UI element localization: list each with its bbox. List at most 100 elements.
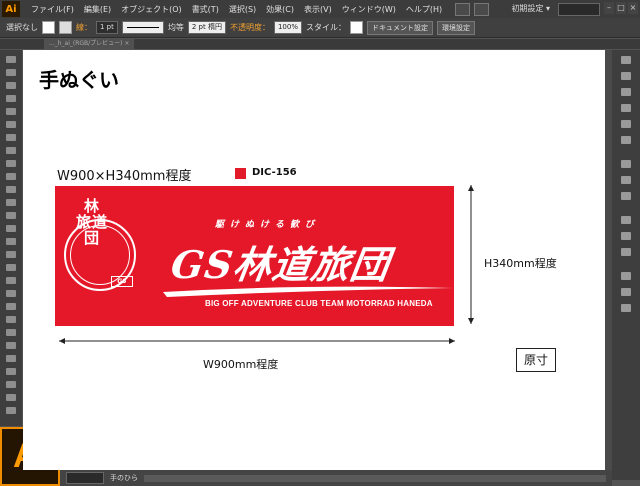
- type-tool-icon[interactable]: [6, 121, 16, 128]
- artboard-canvas[interactable]: 手ぬぐい W900×H340mm程度 DIC-156 林 旅道 団 GS 駆けぬ…: [23, 50, 605, 470]
- direct-selection-tool-icon[interactable]: [6, 69, 16, 76]
- menu-window[interactable]: ウィンドウ(W): [337, 4, 401, 15]
- color-panel-icon[interactable]: [621, 56, 631, 64]
- brush-swoosh: [163, 286, 453, 297]
- minimize-icon[interactable]: –: [604, 2, 614, 14]
- color-chip: [235, 168, 246, 179]
- swatches-panel-icon[interactable]: [621, 88, 631, 96]
- menu-effect[interactable]: 効果(C): [261, 4, 299, 15]
- paragraph-panel-icon[interactable]: [621, 288, 631, 296]
- magic-wand-tool-icon[interactable]: [6, 82, 16, 89]
- stroke-panel-icon[interactable]: [621, 160, 631, 168]
- document-tab-bar: ..._h_ai_(RGB/プレビュー) ×: [0, 39, 640, 49]
- stroke-weight-field[interactable]: 1 pt: [96, 21, 118, 34]
- preferences-button[interactable]: 環境設定: [436, 20, 475, 35]
- blend-tool-icon[interactable]: [6, 329, 16, 336]
- close-icon[interactable]: ×: [628, 2, 638, 14]
- zoom-tool-icon[interactable]: [6, 407, 16, 414]
- eyedropper-tool-icon[interactable]: [6, 316, 16, 323]
- page-title: 手ぬぐい: [39, 68, 119, 92]
- menu-bar: Ai ファイル(F) 編集(E) オブジェクト(O) 書式(T) 選択(S) 効…: [0, 0, 640, 18]
- brush-definition[interactable]: 2 pt 楕円: [187, 21, 226, 34]
- stroke-swatch[interactable]: [59, 21, 72, 34]
- stroke-label[interactable]: 線：: [76, 22, 92, 33]
- opentype-panel-icon[interactable]: [621, 304, 631, 312]
- opacity-label[interactable]: 不透明度：: [230, 22, 270, 33]
- window-controls: – □ ×: [604, 2, 638, 14]
- character-panel-icon[interactable]: [621, 272, 631, 280]
- appearance-panel-icon[interactable]: [621, 216, 631, 224]
- layers-panel-icon[interactable]: [621, 232, 631, 240]
- seal-kanji-bottom: 団: [83, 229, 100, 247]
- maximize-icon[interactable]: □: [616, 2, 626, 14]
- gradient-panel-icon[interactable]: [621, 176, 631, 184]
- transparency-panel-icon[interactable]: [621, 192, 631, 200]
- gradient-tool-icon[interactable]: [6, 303, 16, 310]
- current-tool-status: 手のひら: [110, 474, 138, 482]
- document-tab[interactable]: ..._h_ai_(RGB/プレビュー) ×: [44, 39, 135, 49]
- graphic-styles-panel-icon[interactable]: [621, 136, 631, 144]
- workspace-switcher[interactable]: 初期設定 ▾: [511, 3, 550, 14]
- menu-file[interactable]: ファイル(F): [26, 4, 79, 15]
- blob-brush-tool-icon[interactable]: [6, 186, 16, 193]
- brushes-panel-icon[interactable]: [621, 104, 631, 112]
- document-setup-button[interactable]: ドキュメント設定: [366, 20, 433, 35]
- seal-gs-mark: GS: [111, 276, 133, 287]
- bridge-icon[interactable]: [455, 2, 471, 16]
- paintbrush-tool-icon[interactable]: [6, 160, 16, 167]
- arrange-documents-icon[interactable]: [474, 2, 490, 16]
- height-dimension-line: [468, 185, 474, 324]
- artboard-tool-icon[interactable]: [6, 368, 16, 375]
- fill-swatch[interactable]: [42, 21, 55, 34]
- vertical-scrollbar[interactable]: [605, 50, 612, 470]
- tools-panel: [0, 50, 22, 426]
- artboards-panel-icon[interactable]: [621, 248, 631, 256]
- control-bar: 選択なし 線： 1 pt 均等 2 pt 楕円 不透明度： 100% スタイル：…: [0, 18, 640, 38]
- menu-edit[interactable]: 編集(E): [79, 4, 116, 15]
- menu-view[interactable]: 表示(V): [299, 4, 337, 15]
- width-tool-icon[interactable]: [6, 238, 16, 245]
- menu-items: ファイル(F) 編集(E) オブジェクト(O) 書式(T) 選択(S) 効果(C…: [26, 4, 447, 15]
- perspective-grid-tool-icon[interactable]: [6, 277, 16, 284]
- menu-type[interactable]: 書式(T): [187, 4, 224, 15]
- symbol-sprayer-tool-icon[interactable]: [6, 342, 16, 349]
- style-label: スタイル：: [305, 23, 346, 32]
- menu-object[interactable]: オブジェクト(O): [116, 4, 187, 15]
- free-transform-tool-icon[interactable]: [6, 251, 16, 258]
- design-club-name: BIG OFF ADVENTURE CLUB TEAM MOTORRAD HAN…: [205, 299, 433, 308]
- lasso-tool-icon[interactable]: [6, 95, 16, 102]
- shape-builder-tool-icon[interactable]: [6, 264, 16, 271]
- pen-tool-icon[interactable]: [6, 108, 16, 115]
- menu-select[interactable]: 選択(S): [224, 4, 261, 15]
- horizontal-scrollbar[interactable]: [144, 474, 606, 482]
- search-input[interactable]: [558, 3, 600, 16]
- width-dimension-line: [59, 338, 455, 344]
- symbols-panel-icon[interactable]: [621, 120, 631, 128]
- color-guide-panel-icon[interactable]: [621, 72, 631, 80]
- scale-tool-icon[interactable]: [6, 225, 16, 232]
- graph-tool-icon[interactable]: [6, 355, 16, 362]
- design-brand: GS林道旅団: [168, 242, 393, 287]
- hand-tool-icon[interactable]: [6, 394, 16, 401]
- appbar-icons: [455, 2, 490, 16]
- menu-help[interactable]: ヘルプ(H): [401, 4, 447, 15]
- pencil-tool-icon[interactable]: [6, 173, 16, 180]
- rotate-tool-icon[interactable]: [6, 212, 16, 219]
- stroke-profile-preview[interactable]: [121, 21, 164, 34]
- selection-tool-icon[interactable]: [6, 56, 16, 63]
- panel-dock: [612, 50, 640, 480]
- height-label: H340mm程度: [484, 257, 557, 270]
- app-icon[interactable]: Ai: [2, 1, 20, 17]
- actual-size-box: 原寸: [516, 348, 556, 372]
- color-code: DIC-156: [252, 167, 297, 178]
- graphic-style-swatch[interactable]: [349, 21, 363, 34]
- zoom-field[interactable]: [66, 472, 104, 484]
- size-label: W900×H340mm程度: [57, 169, 192, 184]
- eraser-tool-icon[interactable]: [6, 199, 16, 206]
- opacity-field[interactable]: 100%: [273, 21, 302, 34]
- tenugui-design[interactable]: 林 旅道 団 GS 駆けぬける歓び GS林道旅団 BIG OFF ADVENTU…: [55, 186, 454, 326]
- mesh-tool-icon[interactable]: [6, 290, 16, 297]
- slice-tool-icon[interactable]: [6, 381, 16, 388]
- line-tool-icon[interactable]: [6, 134, 16, 141]
- rectangle-tool-icon[interactable]: [6, 147, 16, 154]
